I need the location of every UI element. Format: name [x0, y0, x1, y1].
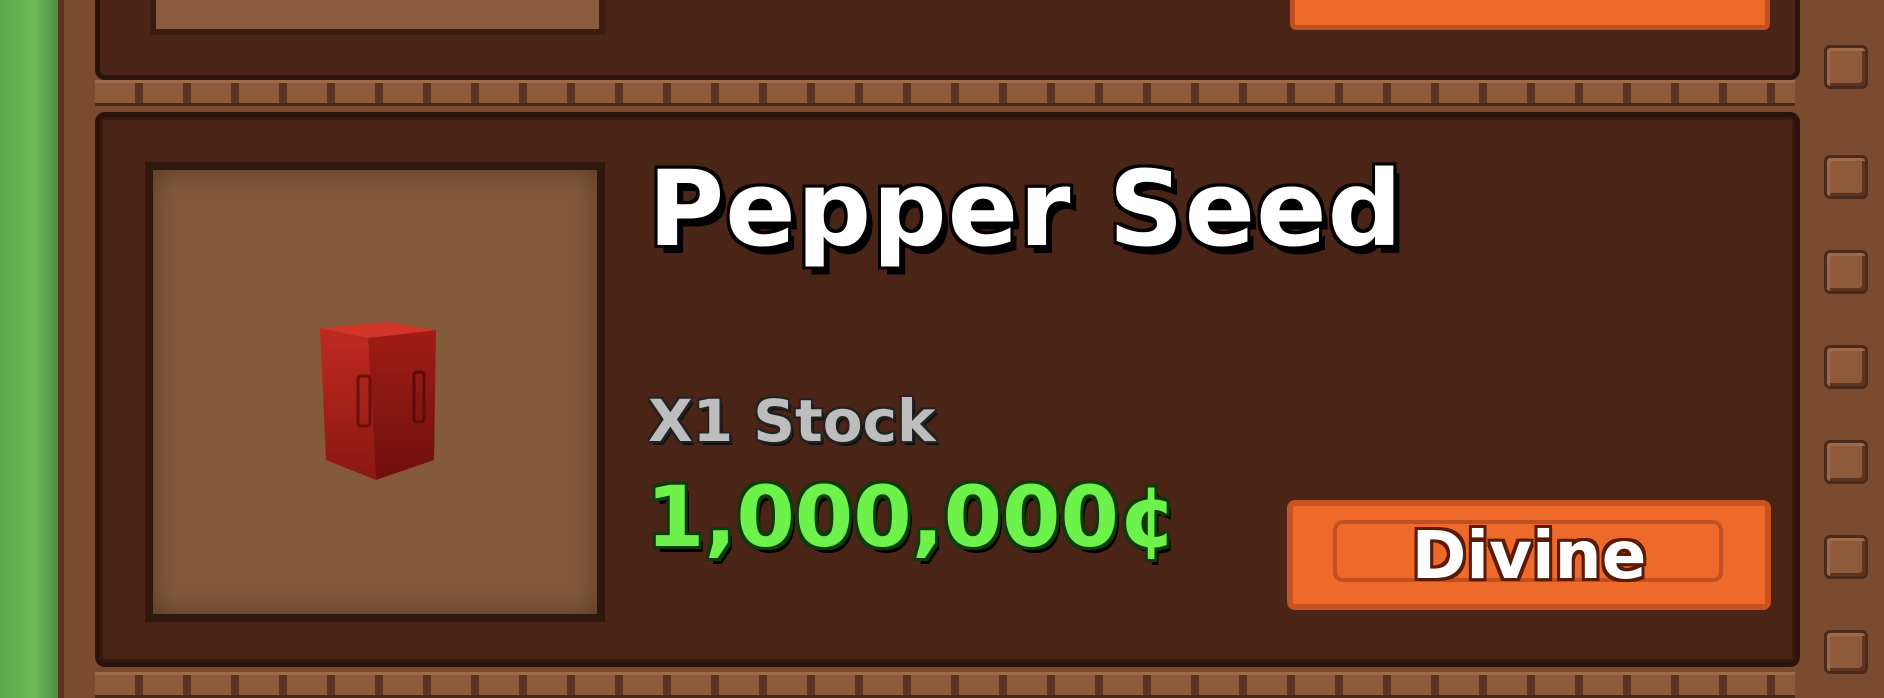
- item-thumbnail-previous: [150, 0, 605, 35]
- frame-tile-row-top: [95, 80, 1795, 106]
- rarity-label: Divine: [1411, 516, 1647, 594]
- item-stock: X1 Stock: [648, 387, 936, 455]
- pepper-seed-pack-icon: [320, 322, 436, 480]
- scroll-tile: [1824, 45, 1868, 89]
- grass-background: [0, 0, 58, 698]
- scroll-tile: [1824, 440, 1868, 484]
- scroll-tile: [1824, 535, 1868, 579]
- frame-tile-row-bottom: [95, 672, 1795, 698]
- seed-shop-view: Pepper Seed X1 Stock 1,000,000¢ Divine: [0, 0, 1884, 698]
- rarity-button[interactable]: Divine: [1287, 500, 1771, 610]
- item-name: Pepper Seed: [648, 148, 1404, 270]
- shop-item-card[interactable]: Pepper Seed X1 Stock 1,000,000¢ Divine: [95, 112, 1800, 667]
- scroll-tile: [1824, 155, 1868, 199]
- scroll-tile: [1824, 345, 1868, 389]
- scrollbar-track[interactable]: [1824, 0, 1874, 698]
- rarity-button-previous[interactable]: [1290, 0, 1770, 30]
- shop-item-card-previous: [95, 0, 1800, 80]
- scroll-tile: [1824, 250, 1868, 294]
- scroll-tile: [1824, 630, 1868, 674]
- item-thumbnail: [145, 162, 605, 622]
- item-price: 1,000,000¢: [646, 468, 1178, 566]
